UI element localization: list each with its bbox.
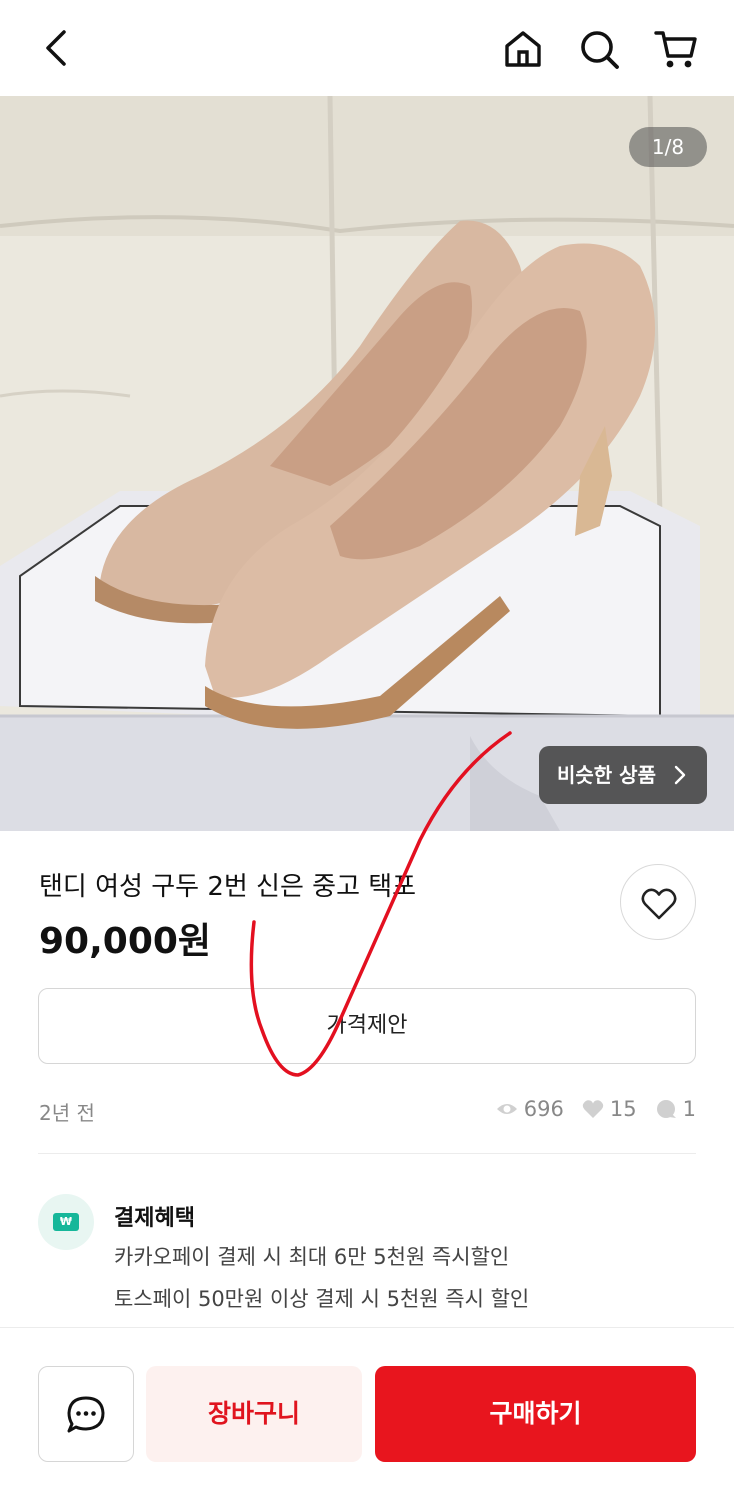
product-title: 탠디 여성 구두 2번 신은 중고 택포 bbox=[39, 872, 417, 902]
image-counter: 1/8 bbox=[629, 127, 707, 167]
top-bar bbox=[0, 0, 734, 96]
similar-products-button[interactable]: 비슷한 상품 bbox=[539, 746, 707, 804]
chat-icon bbox=[67, 1396, 105, 1433]
home-icon bbox=[505, 31, 541, 67]
bottom-action-bar: 장바구니 구매하기 bbox=[0, 1327, 734, 1500]
like-button[interactable] bbox=[620, 864, 696, 940]
benefit-tosspay: 토스페이 50만원 이상 결제 시 5천원 즉시 할인 bbox=[114, 1287, 530, 1311]
product-stats: 696 15 1 bbox=[496, 1095, 696, 1123]
product-photo bbox=[0, 96, 734, 831]
chat-count: 1 bbox=[682, 1097, 696, 1121]
section-divider bbox=[38, 1153, 696, 1154]
cart-button[interactable] bbox=[654, 28, 698, 70]
similar-products-label: 비슷한 상품 bbox=[557, 763, 656, 787]
benefit-title: 결제혜택 bbox=[114, 1206, 195, 1231]
home-button[interactable] bbox=[502, 28, 544, 70]
product-price: 90,000원 bbox=[39, 921, 212, 962]
payment-benefit-icon: ₩ bbox=[38, 1194, 94, 1250]
price-offer-button[interactable]: 가격제안 bbox=[38, 988, 696, 1064]
posted-time: 2년 전 bbox=[39, 1101, 95, 1125]
chevron-right-icon bbox=[674, 765, 686, 785]
chat-button[interactable] bbox=[38, 1366, 134, 1462]
heart-icon bbox=[641, 888, 677, 920]
like-count: 15 bbox=[609, 1097, 637, 1121]
cart-icon bbox=[654, 31, 697, 68]
eye-icon bbox=[496, 1104, 517, 1114]
search-icon bbox=[581, 31, 619, 69]
search-button[interactable] bbox=[578, 28, 620, 70]
view-count: 696 bbox=[523, 1097, 564, 1121]
benefit-kakaopay: 카카오페이 결제 시 최대 6만 5천원 즉시할인 bbox=[114, 1245, 510, 1269]
buy-now-button[interactable]: 구매하기 bbox=[375, 1366, 696, 1462]
product-image-carousel[interactable]: 1/8 비슷한 상품 bbox=[0, 96, 734, 831]
won-card-icon: ₩ bbox=[53, 1213, 79, 1231]
chat-bubble-icon bbox=[656, 1100, 676, 1118]
heart-icon bbox=[582, 1100, 604, 1118]
chevron-left-icon bbox=[46, 30, 66, 66]
back-button[interactable] bbox=[38, 28, 78, 68]
add-to-cart-button[interactable]: 장바구니 bbox=[146, 1366, 362, 1462]
